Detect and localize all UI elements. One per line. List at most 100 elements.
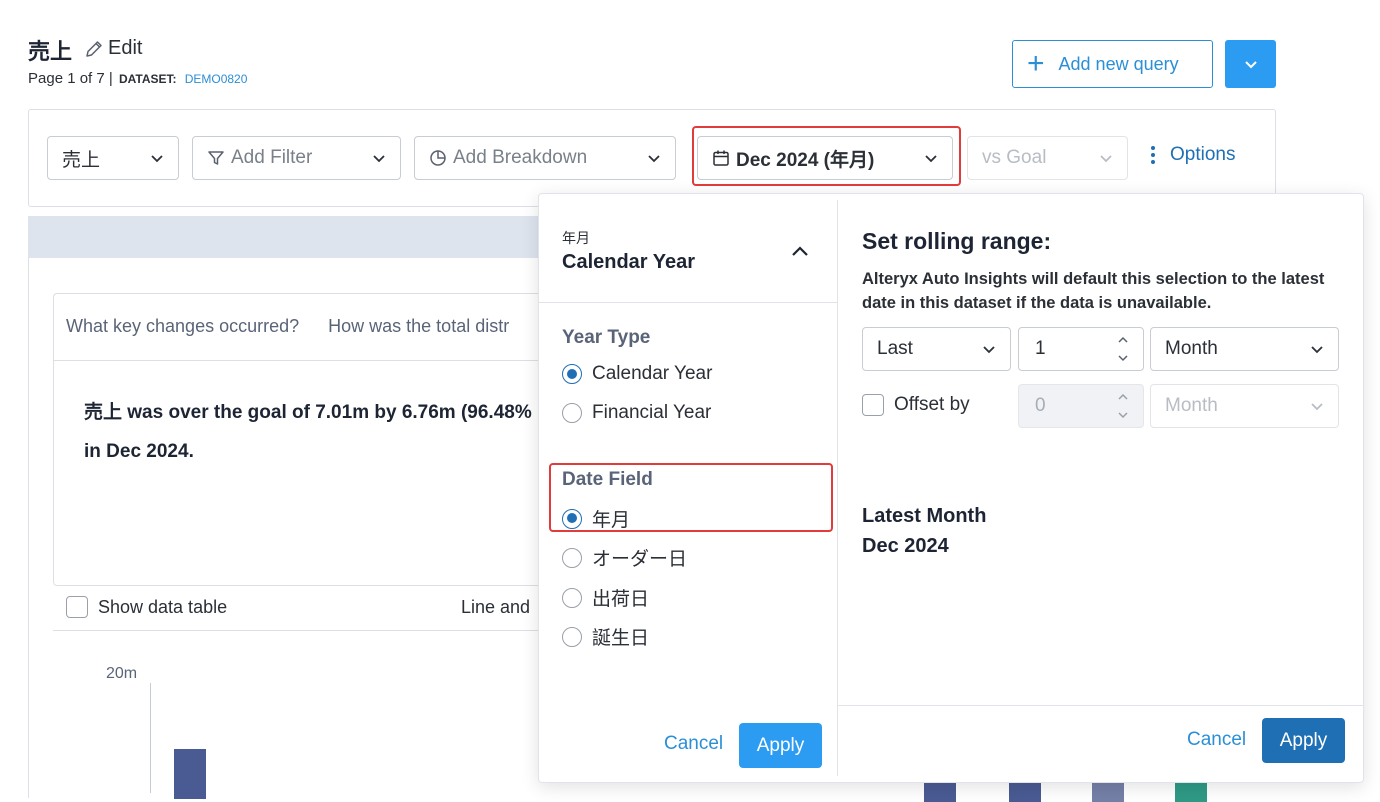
measure-label: 売上	[62, 149, 101, 171]
show-data-table-label: Show data table	[98, 596, 228, 617]
radio-label: 出荷日	[592, 589, 650, 610]
radio-button[interactable]	[562, 626, 582, 647]
range-count-input[interactable]: 1	[1018, 327, 1144, 371]
checkbox[interactable]	[66, 596, 88, 618]
options-label: Options	[1170, 144, 1236, 165]
divider	[539, 302, 837, 303]
apply-button[interactable]: Apply	[739, 723, 822, 768]
vs-goal-label: vs Goal	[982, 147, 1047, 168]
add-breakdown-label: Add Breakdown	[453, 147, 588, 168]
chart-bar[interactable]	[174, 749, 206, 799]
chevron-down-icon	[1118, 412, 1128, 419]
collapse-button[interactable]	[788, 240, 812, 269]
range-unit-label: Month	[1165, 338, 1218, 359]
radio-button[interactable]	[562, 403, 582, 423]
decrement-button[interactable]	[1112, 350, 1134, 366]
section-band	[28, 216, 548, 258]
radio-date-field-2[interactable]: オーダー日	[562, 544, 687, 571]
add-query-label: Add new query	[1058, 53, 1179, 74]
chevron-down-icon	[1118, 355, 1128, 362]
pencil-icon	[86, 40, 102, 57]
range-mode-label: Last	[877, 338, 913, 359]
question-tab[interactable]: What key changes occurred?	[66, 316, 299, 336]
apply-button[interactable]: Apply	[1262, 718, 1345, 763]
add-new-query-button[interactable]: + Add new query	[1012, 40, 1213, 88]
chevron-down-icon	[648, 155, 660, 163]
offset-toggle[interactable]: Offset by	[862, 394, 970, 416]
radio-button[interactable]	[562, 587, 582, 608]
calendar-type-title: Calendar Year	[562, 251, 696, 273]
chevron-up-icon	[1118, 336, 1128, 343]
divider	[837, 200, 838, 776]
year-type-heading: Year Type	[562, 327, 651, 348]
radio-label: 誕生日	[592, 628, 650, 649]
page-info: Page 1 of 7 | DATASET: DEMO0820	[28, 70, 247, 87]
radio-financial-year[interactable]: Financial Year	[562, 402, 711, 424]
offset-unit-select[interactable]: Month	[1150, 384, 1339, 428]
vs-goal-select[interactable]: vs Goal	[967, 136, 1128, 180]
y-tick-label: 20m	[106, 665, 138, 682]
page-title: 売上	[28, 39, 73, 64]
y-axis	[150, 683, 151, 793]
add-breakdown-select[interactable]: Add Breakdown	[414, 136, 676, 180]
chevron-down-icon	[983, 346, 995, 354]
dataset-label: DATASET:	[118, 72, 177, 86]
show-data-table-toggle[interactable]: Show data table	[66, 596, 227, 618]
chevron-down-icon	[1311, 403, 1323, 411]
offset-count-value: 0	[1035, 395, 1046, 416]
summary-line: in Dec 2024.	[84, 441, 194, 462]
checkbox[interactable]	[862, 394, 884, 416]
offset-label: Offset by	[894, 394, 970, 415]
chart-bar[interactable]	[1175, 782, 1207, 802]
rolling-range-title: Set rolling range:	[862, 228, 1052, 254]
chart-type-label[interactable]: Line and	[461, 597, 530, 618]
page-indicator: Page 1 of 7 |	[28, 70, 113, 87]
chart-bar[interactable]	[924, 782, 956, 802]
range-unit-select[interactable]: Month	[1150, 327, 1339, 371]
chevron-up-icon	[792, 246, 808, 256]
cancel-button[interactable]: Cancel	[1187, 729, 1246, 751]
edit-label: Edit	[108, 37, 143, 59]
radio-button[interactable]	[562, 547, 582, 568]
chart-bar[interactable]	[1009, 782, 1041, 802]
latest-period-label: Latest Month	[862, 505, 987, 527]
radio-label: Calendar Year	[592, 363, 713, 384]
range-count-value: 1	[1035, 338, 1046, 359]
radio-label: Financial Year	[592, 402, 712, 423]
add-filter-select[interactable]: Add Filter	[192, 136, 401, 180]
radio-date-field-3[interactable]: 出荷日	[562, 584, 649, 611]
options-button[interactable]: Options	[1150, 144, 1235, 166]
chart-bar[interactable]	[1092, 782, 1124, 802]
question-tab[interactable]: How was the total distr	[328, 316, 509, 336]
measure-select[interactable]: 売上	[47, 136, 179, 180]
chevron-down-icon	[151, 155, 163, 163]
radio-label: オーダー日	[592, 549, 688, 570]
dataset-link[interactable]: DEMO0820	[185, 72, 248, 86]
chevron-down-icon	[1100, 155, 1112, 163]
offset-unit-label: Month	[1165, 395, 1218, 416]
chevron-up-icon	[1118, 393, 1128, 400]
pie-chart-icon	[430, 150, 446, 166]
increment-button[interactable]	[1112, 332, 1134, 348]
add-filter-label: Add Filter	[231, 147, 313, 168]
radio-calendar-year[interactable]: Calendar Year	[562, 363, 712, 385]
chevron-down-icon	[373, 155, 385, 163]
range-mode-select[interactable]: Last	[862, 327, 1011, 371]
increment-button[interactable]	[1112, 389, 1134, 405]
summary-line: 売上 was over the goal of 7.01m by 6.76m (…	[84, 402, 532, 423]
radio-date-field-4[interactable]: 誕生日	[562, 623, 649, 650]
edit-title-button[interactable]: Edit	[84, 37, 142, 60]
more-vertical-icon	[1151, 146, 1155, 164]
decrement-button[interactable]	[1112, 407, 1134, 423]
offset-count-input[interactable]: 0	[1018, 384, 1144, 428]
divider	[838, 705, 1363, 706]
date-field-caption: 年月	[562, 230, 590, 246]
question-tabs: What key changes occurred? How was the t…	[66, 316, 533, 337]
filter-icon	[208, 151, 224, 165]
highlight-box	[549, 463, 833, 532]
chevron-down-icon	[1244, 61, 1257, 69]
cancel-button[interactable]: Cancel	[664, 733, 723, 755]
highlight-box	[692, 126, 961, 186]
query-menu-button[interactable]	[1225, 40, 1276, 88]
radio-button[interactable]	[562, 364, 582, 384]
